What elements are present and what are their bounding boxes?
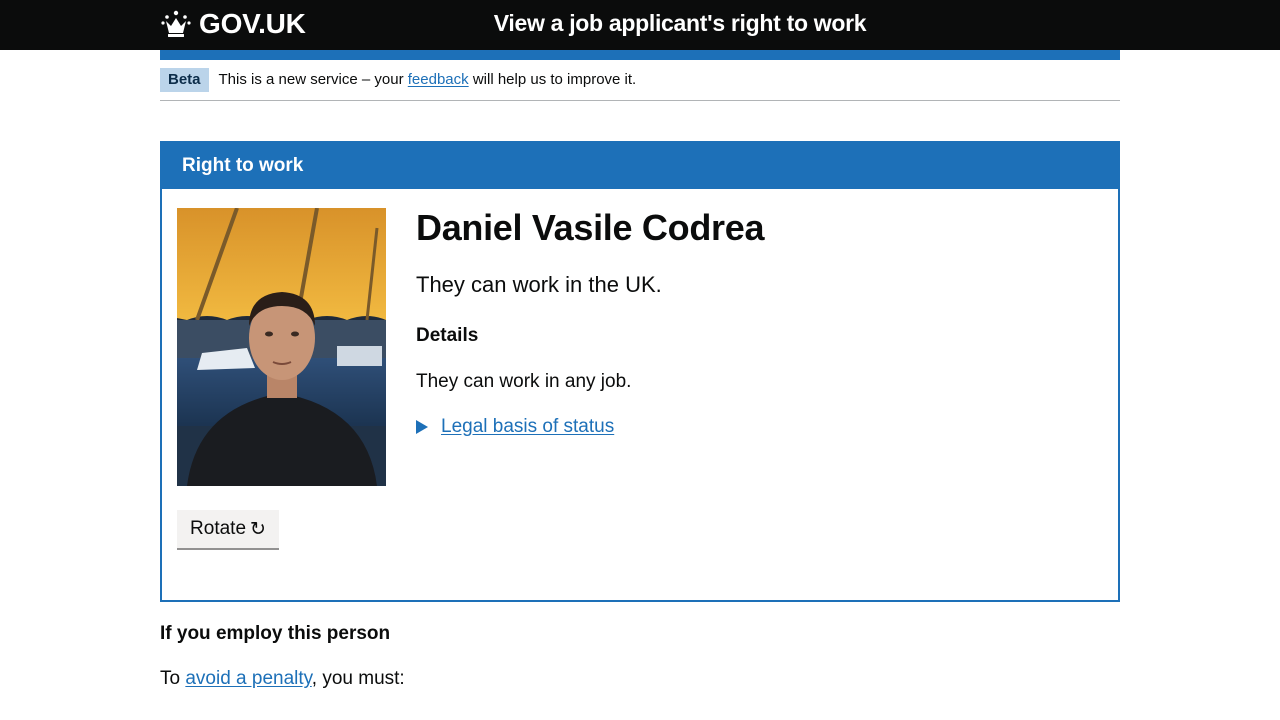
header-blue-strip: [160, 50, 1120, 60]
rotate-button[interactable]: Rotate ↻: [177, 510, 279, 550]
applicant-details: Daniel Vasile Codrea They can work in th…: [416, 207, 1096, 438]
applicant-photo: [177, 208, 386, 486]
penalty-text-before: To: [160, 668, 186, 689]
work-status: They can work in the UK.: [416, 272, 662, 297]
legal-basis-toggle[interactable]: Legal basis of status: [416, 416, 1096, 438]
service-name[interactable]: View a job applicant's right to work: [0, 10, 1280, 37]
penalty-text-after: , you must:: [311, 668, 405, 689]
rotate-label: Rotate: [190, 518, 247, 539]
panel-heading: Right to work: [162, 143, 1118, 189]
employ-heading: If you employ this person: [160, 623, 391, 644]
right-to-work-panel: Right to work Rotate ↻ Daniel Vasile Cod…: [160, 141, 1120, 602]
beta-tag: Beta: [160, 68, 209, 92]
phase-text-after: will help us to improve it.: [468, 71, 637, 88]
phase-text-before: This is a new service – your: [218, 71, 408, 88]
phase-banner: Beta This is a new service – your feedba…: [160, 68, 1120, 101]
rotate-icon: ↻: [250, 518, 266, 540]
avoid-penalty-link[interactable]: avoid a penalty: [185, 668, 311, 689]
phase-banner-text: This is a new service – your feedback wi…: [219, 68, 637, 92]
site-header: GOV.UK View a job applicant's right to w…: [0, 0, 1280, 50]
expand-triangle-icon: [416, 420, 428, 434]
details-text: They can work in any job.: [416, 371, 632, 392]
details-heading: Details: [416, 325, 479, 346]
person-name: Daniel Vasile Codrea: [416, 207, 765, 248]
penalty-paragraph: To avoid a penalty, you must:: [160, 668, 405, 690]
legal-basis-link[interactable]: Legal basis of status: [441, 416, 614, 438]
feedback-link[interactable]: feedback: [408, 71, 469, 88]
